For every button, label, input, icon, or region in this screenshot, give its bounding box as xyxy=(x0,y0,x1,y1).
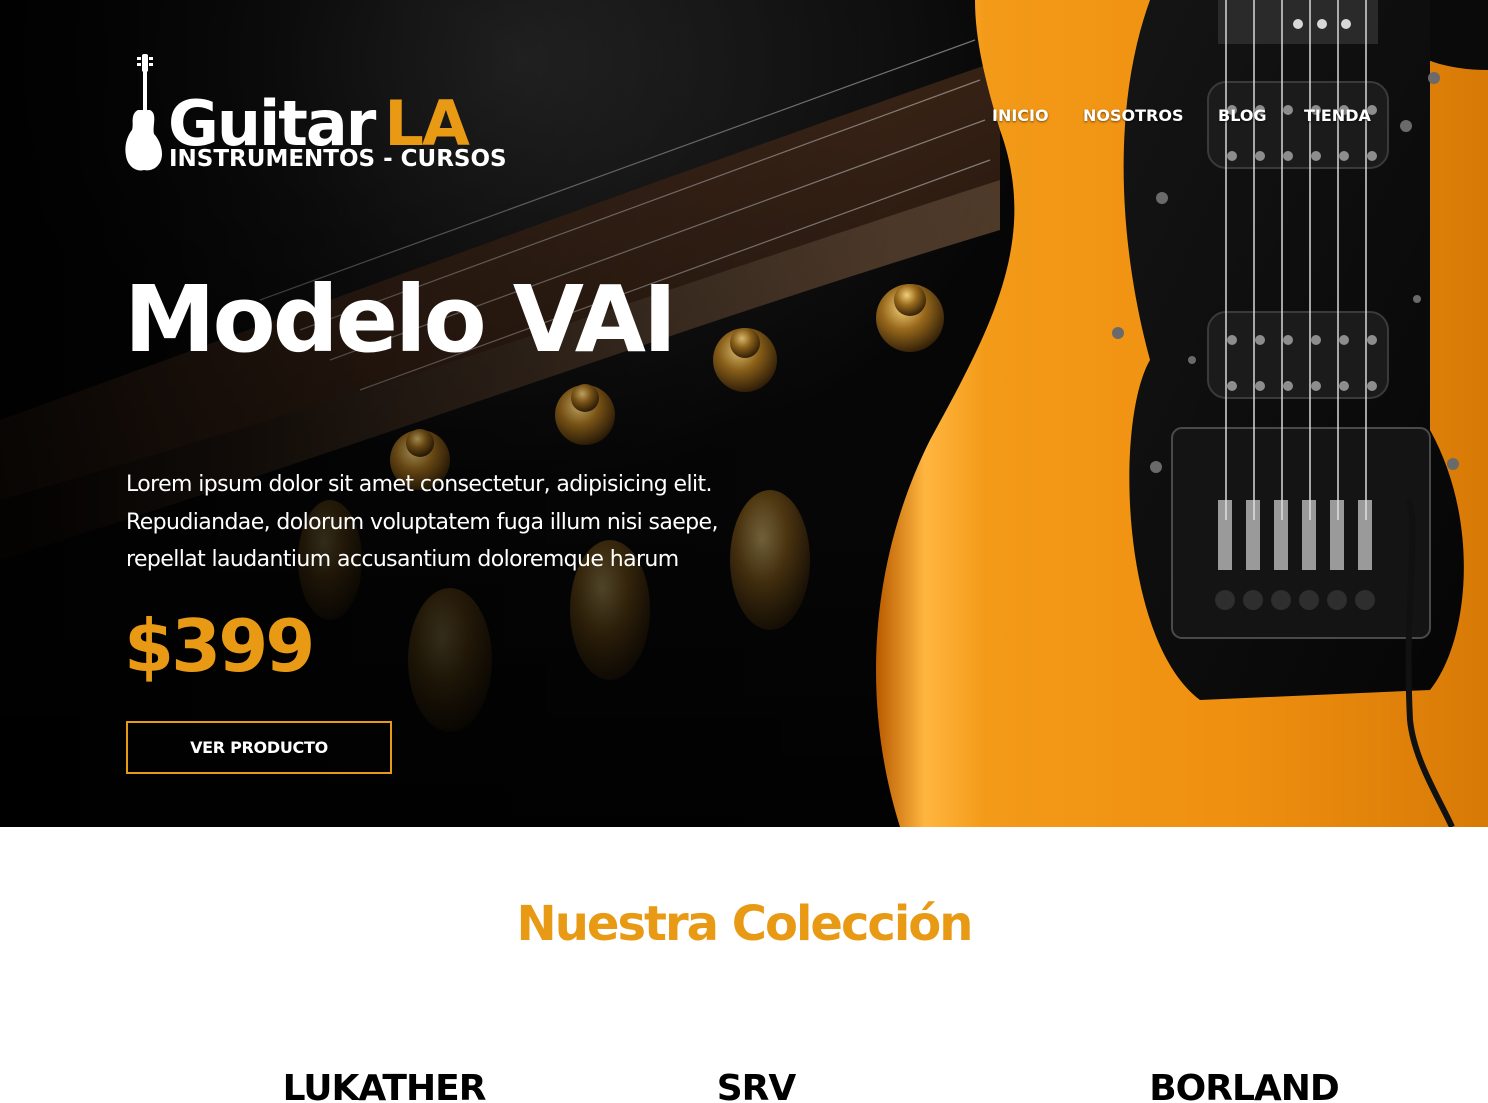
collection-item-name: SRV xyxy=(716,1068,797,1103)
collection-item-name: LUKATHER xyxy=(282,1068,487,1103)
nav-link-tienda[interactable]: TIENDA xyxy=(1304,106,1371,125)
view-product-button[interactable]: VER PRODUCTO xyxy=(126,721,392,774)
brand-tagline: INSTRUMENTOS - CURSOS xyxy=(169,146,507,172)
hero-section: Guitar LA INSTRUMENTOS - CURSOS INICIO NO… xyxy=(0,0,1488,827)
collection-title: Nuestra Colección xyxy=(516,896,974,952)
collection-item-name: BORLAND xyxy=(1149,1068,1340,1103)
hero-title: Modelo VAI xyxy=(124,266,677,373)
nav-link-nosotros[interactable]: NOSOTROS xyxy=(1083,106,1183,125)
main-nav: INICIO NOSOTROS BLOG TIENDA xyxy=(0,106,1488,130)
nav-link-blog[interactable]: BLOG xyxy=(1218,106,1267,125)
hero-price: $399 xyxy=(124,604,315,688)
nav-link-inicio[interactable]: INICIO xyxy=(992,106,1049,125)
hero-description: Lorem ipsum dolor sit amet consectetur, … xyxy=(126,472,718,572)
